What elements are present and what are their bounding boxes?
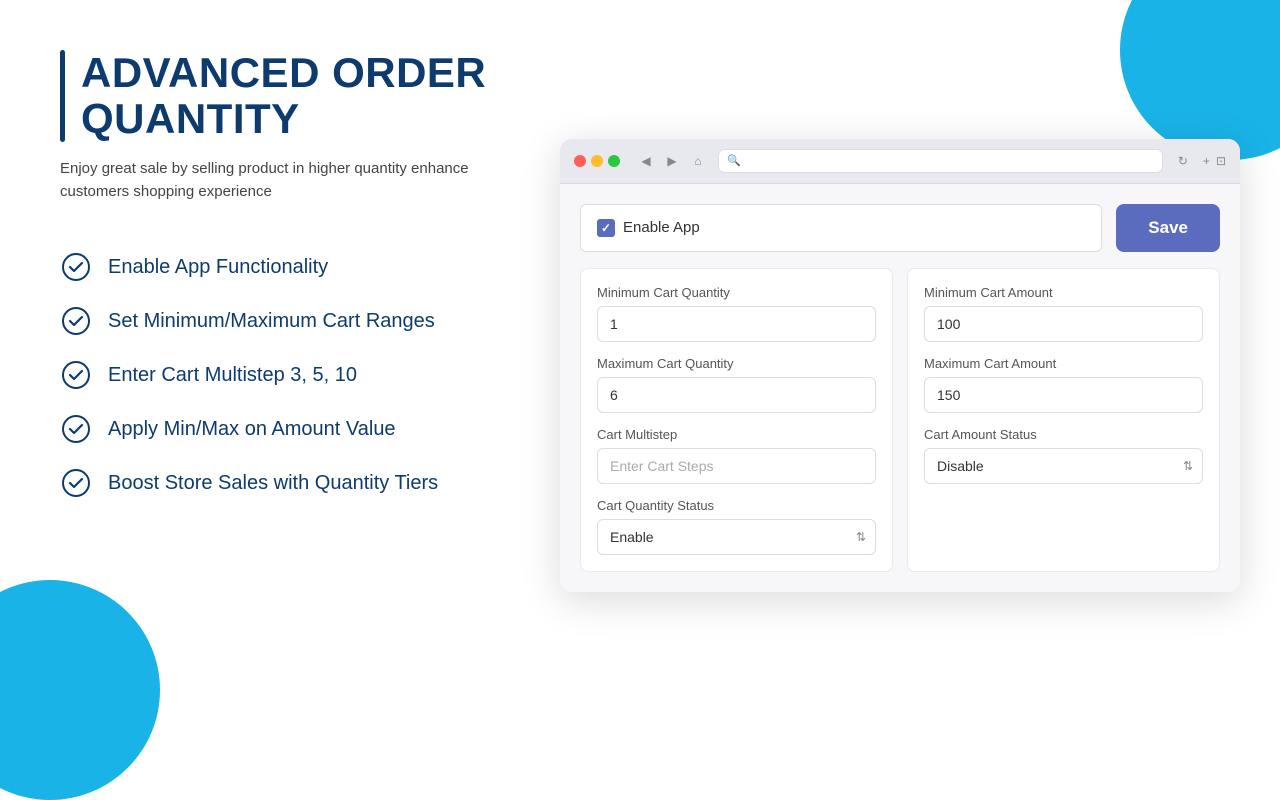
page-title: ADVANCED ORDER QUANTITY bbox=[81, 50, 560, 142]
forward-button[interactable]: ▶ bbox=[662, 151, 682, 171]
browser-toolbar: ◀ ▶ ⌂ 🔍 ↻ + ⊡ bbox=[560, 139, 1240, 184]
feature-label: Enter Cart Multistep 3, 5, 10 bbox=[108, 364, 357, 387]
feature-item-feat-2: Set Minimum/Maximum Cart Ranges bbox=[60, 305, 560, 337]
browser-nav: ◀ ▶ ⌂ bbox=[636, 151, 708, 171]
right-form-column: Minimum Cart Amount Maximum Cart Amount … bbox=[907, 268, 1220, 572]
min-cart-qty-group: Minimum Cart Quantity bbox=[597, 285, 876, 342]
dot-red[interactable] bbox=[574, 155, 586, 167]
max-cart-qty-group: Maximum Cart Quantity bbox=[597, 356, 876, 413]
home-button[interactable]: ⌂ bbox=[688, 151, 708, 171]
refresh-button[interactable]: ↻ bbox=[1173, 151, 1193, 171]
feature-item-feat-1: Enable App Functionality bbox=[60, 251, 560, 283]
screenshot-button[interactable]: ⊡ bbox=[1216, 154, 1226, 168]
max-cart-qty-label: Maximum Cart Quantity bbox=[597, 356, 876, 371]
cart-qty-status-group: Cart Quantity Status Enable Disable bbox=[597, 498, 876, 555]
dot-yellow[interactable] bbox=[591, 155, 603, 167]
page-subtitle: Enjoy great sale by selling product in h… bbox=[60, 158, 540, 203]
check-icon bbox=[60, 359, 92, 391]
min-cart-qty-input[interactable] bbox=[597, 306, 876, 342]
search-icon: 🔍 bbox=[727, 154, 741, 167]
cart-qty-status-select[interactable]: Enable Disable bbox=[597, 519, 876, 555]
cart-amount-status-group: Cart Amount Status Enable Disable bbox=[924, 427, 1203, 484]
min-cart-amount-label: Minimum Cart Amount bbox=[924, 285, 1203, 300]
min-cart-amount-input[interactable] bbox=[924, 306, 1203, 342]
header-bar bbox=[60, 50, 65, 142]
browser-dots bbox=[574, 155, 620, 167]
feature-label: Set Minimum/Maximum Cart Ranges bbox=[108, 310, 435, 333]
right-panel: ◀ ▶ ⌂ 🔍 ↻ + ⊡ Enable bbox=[560, 50, 1240, 680]
check-icon bbox=[60, 467, 92, 499]
features-list: Enable App Functionality Set Minimum/Max… bbox=[60, 251, 560, 499]
feature-label: Boost Store Sales with Quantity Tiers bbox=[108, 472, 438, 495]
enable-app-row: Enable App Save bbox=[580, 204, 1220, 252]
header-block: ADVANCED ORDER QUANTITY bbox=[60, 50, 560, 142]
cart-multistep-label: Cart Multistep bbox=[597, 427, 876, 442]
cart-multistep-input[interactable] bbox=[597, 448, 876, 484]
left-panel: ADVANCED ORDER QUANTITY Enjoy great sale… bbox=[60, 50, 560, 680]
browser-address-bar[interactable]: 🔍 bbox=[718, 149, 1163, 173]
browser-actions: + ⊡ bbox=[1203, 154, 1226, 168]
cart-amount-status-select[interactable]: Enable Disable bbox=[924, 448, 1203, 484]
check-icon bbox=[60, 251, 92, 283]
add-tab-button[interactable]: + bbox=[1203, 154, 1210, 168]
feature-label: Apply Min/Max on Amount Value bbox=[108, 418, 396, 441]
form-grid: Minimum Cart Quantity Maximum Cart Quant… bbox=[580, 268, 1220, 572]
min-cart-amount-group: Minimum Cart Amount bbox=[924, 285, 1203, 342]
browser-content: Enable App Save Minimum Cart Quantity Ma… bbox=[560, 184, 1240, 592]
dot-green[interactable] bbox=[608, 155, 620, 167]
left-form-column: Minimum Cart Quantity Maximum Cart Quant… bbox=[580, 268, 893, 572]
enable-app-checkbox[interactable] bbox=[597, 219, 615, 237]
max-cart-qty-input[interactable] bbox=[597, 377, 876, 413]
max-cart-amount-group: Maximum Cart Amount bbox=[924, 356, 1203, 413]
enable-app-field: Enable App bbox=[580, 204, 1102, 252]
back-button[interactable]: ◀ bbox=[636, 151, 656, 171]
feature-item-feat-4: Apply Min/Max on Amount Value bbox=[60, 413, 560, 445]
feature-item-feat-5: Boost Store Sales with Quantity Tiers bbox=[60, 467, 560, 499]
cart-amount-status-label: Cart Amount Status bbox=[924, 427, 1203, 442]
cart-qty-status-wrapper: Enable Disable bbox=[597, 519, 876, 555]
min-cart-qty-label: Minimum Cart Quantity bbox=[597, 285, 876, 300]
max-cart-amount-label: Maximum Cart Amount bbox=[924, 356, 1203, 371]
max-cart-amount-input[interactable] bbox=[924, 377, 1203, 413]
feature-label: Enable App Functionality bbox=[108, 256, 328, 279]
feature-item-feat-3: Enter Cart Multistep 3, 5, 10 bbox=[60, 359, 560, 391]
enable-app-label: Enable App bbox=[623, 219, 700, 236]
cart-qty-status-label: Cart Quantity Status bbox=[597, 498, 876, 513]
check-icon bbox=[60, 413, 92, 445]
browser-window: ◀ ▶ ⌂ 🔍 ↻ + ⊡ Enable bbox=[560, 139, 1240, 592]
check-icon bbox=[60, 305, 92, 337]
save-button[interactable]: Save bbox=[1116, 204, 1220, 252]
cart-amount-status-wrapper: Enable Disable bbox=[924, 448, 1203, 484]
cart-multistep-group: Cart Multistep bbox=[597, 427, 876, 484]
